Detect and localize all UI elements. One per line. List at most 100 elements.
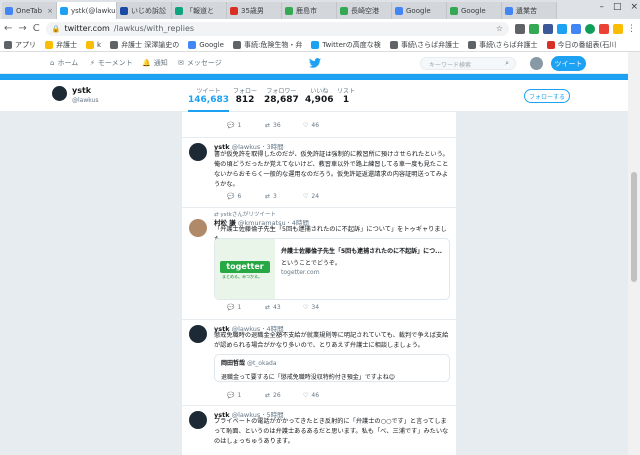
like-count: 46 — [311, 392, 320, 399]
browser-tab[interactable]: Google — [447, 2, 502, 19]
bookmark-item[interactable]: 弁護士 — [45, 40, 77, 50]
tab-label: Google — [406, 6, 431, 15]
scrollbar-thumb[interactable] — [631, 172, 637, 282]
bookmark-item[interactable]: 事続\さらば弁護士 — [389, 40, 459, 50]
avatar[interactable] — [530, 57, 543, 70]
like-button[interactable]: ♡ 34 — [303, 304, 341, 311]
retweet-button[interactable]: ⇄ 43 — [265, 304, 303, 311]
reply-button[interactable]: 💬 6 — [227, 193, 265, 200]
nav-home-label: ホーム — [57, 59, 79, 67]
like-button[interactable]: ♡ 46 — [303, 122, 341, 129]
browser-tab[interactable]: 35歳男 — [227, 2, 282, 19]
browser-tab[interactable]: 長崎空港 — [337, 2, 392, 19]
stat-value: 1 — [342, 95, 350, 105]
stat-followers[interactable]: フォロワー 28,687 — [264, 86, 299, 105]
bookmark-item[interactable]: 今日の番組表(石川 — [546, 40, 616, 50]
profile-nav: ystk @lawkus ツイート 146,683 フォロー 812 フォロワー 28… — [0, 80, 628, 112]
stat-tweets[interactable]: ツイート 146,683 — [188, 86, 229, 112]
browser-tab[interactable]: 「報道と — [172, 2, 227, 19]
tweet[interactable]: ystk @lawkus · 3時間 書が仮免許を取得したのだが、仮免許証は強制… — [182, 138, 456, 208]
profile-name[interactable]: ystk — [72, 86, 91, 95]
twitter-topbar: ⌂ ホーム ⚡ モーメント 🔔 通知 ✉ メッセージ キーワード検索 ⌕ ツイート — [0, 52, 628, 74]
quoted-author-name: 岡田哲哉 — [221, 360, 246, 367]
like-icon: ♡ — [303, 304, 309, 311]
address-bar[interactable]: 🔒 twitter.com/lawkus/with_replies ☆ — [45, 21, 509, 36]
reload-icon[interactable]: C — [33, 23, 40, 34]
stat-likes[interactable]: いいね 4,906 — [305, 86, 333, 105]
retweet-button[interactable]: ⇄ 26 — [265, 392, 303, 399]
back-icon[interactable]: ← — [4, 23, 12, 34]
maximize-icon[interactable]: □ — [613, 2, 622, 12]
extension-icon[interactable] — [599, 23, 609, 34]
reply-button[interactable]: 💬 1 — [227, 392, 265, 399]
page-scrollbar[interactable] — [628, 52, 640, 455]
bookmark-item[interactable]: Twitterの高度な検 — [311, 40, 381, 50]
extension-icon[interactable] — [557, 23, 567, 34]
extension-icon[interactable] — [529, 23, 539, 34]
avatar[interactable] — [189, 325, 207, 343]
page-icon — [232, 40, 241, 49]
quoted-tweet-header: 岡田哲哉 @t_okada — [221, 358, 443, 367]
stat-lists[interactable]: リスト 1 — [337, 86, 355, 105]
tweet-button[interactable]: ツイート — [551, 56, 586, 71]
quoted-author-handle: @t_okada — [246, 360, 277, 367]
tweet[interactable]: ystk @lawkus · 4時間 懲戒免職時の退職金全額不支給が就業規則等に… — [182, 320, 456, 406]
tweet-text: 懲戒免職時の退職金全額不支給が就業規則等に明記されていても、裁判で争えば支給が認… — [214, 332, 449, 349]
bookmark-label: Google — [199, 40, 224, 49]
avatar[interactable] — [189, 143, 207, 161]
browser-tab[interactable]: OneTab × — [2, 2, 57, 19]
bookmark-item[interactable]: k — [86, 40, 101, 49]
bookmark-item[interactable]: 弁護士 深澤諭史の — [110, 40, 179, 50]
quoted-tweet[interactable]: 岡田哲哉 @t_okada 退職金って要するに「懲戒免職時没収特約付き預金」です… — [214, 354, 450, 382]
minimize-icon[interactable]: – — [599, 2, 604, 12]
bookmark-item[interactable]: 事続\さらば弁護士 — [468, 40, 538, 50]
tab-label: ystk(@lawkus) — [71, 6, 117, 15]
bookmark-item[interactable]: Google — [188, 40, 224, 49]
page-icon — [468, 40, 477, 49]
browser-tab[interactable]: 鹿島市 — [282, 2, 337, 19]
tweet[interactable]: ⇄ ystkさんがリツイート 村松 謙 @kmuramatsu · 4時間 「弁… — [182, 208, 456, 320]
browser-tab[interactable]: いじめ訴訟 — [117, 2, 172, 19]
retweet-button[interactable]: ⇄ 36 — [265, 122, 303, 129]
reply-button[interactable]: 💬 1 — [227, 304, 265, 311]
extension-icon[interactable] — [571, 23, 581, 34]
tweet[interactable]: ystk @lawkus · 5時間 プライベートの電話がかかってきたとき反射的… — [182, 406, 456, 455]
follow-button[interactable]: フォローする — [524, 89, 570, 103]
tab-close-icon[interactable]: × — [47, 7, 53, 15]
search-input[interactable]: キーワード検索 ⌕ — [420, 57, 516, 70]
menu-icon[interactable]: ⋮ — [627, 24, 636, 34]
nav-moments[interactable]: ⚡ モーメント — [90, 58, 133, 68]
tab-favicon-icon — [285, 6, 293, 15]
bookmark-item[interactable]: アプリ — [4, 40, 36, 50]
browser-tab[interactable]: Google — [392, 2, 447, 19]
tab-label: いじめ訴訟 — [131, 6, 166, 15]
retweet-button[interactable]: ⇄ 3 — [265, 193, 303, 200]
browser-tab-active[interactable]: ystk(@lawkus)× — [57, 2, 117, 19]
reply-button[interactable]: 💬 1 — [227, 122, 265, 129]
avatar[interactable] — [189, 411, 207, 429]
browser-tab[interactable]: 遺業苦 — [502, 2, 557, 19]
like-button[interactable]: ♡ 46 — [303, 392, 341, 399]
nav-home[interactable]: ⌂ ホーム — [50, 58, 78, 68]
tab-favicon-icon — [395, 6, 403, 15]
bookmark-item[interactable]: 事続:危険生物・弁 — [232, 40, 302, 50]
link-card[interactable]: togetter まとめる。みつかる。 弁護士佐藤倫子先生「5回も逮捕されたのに… — [214, 238, 450, 300]
stat-following[interactable]: フォロー 812 — [233, 86, 257, 105]
card-title: 弁護士佐藤倫子先生「5回も逮捕されたのに不起訴」につ... — [281, 248, 443, 255]
stat-value: 4,906 — [305, 95, 334, 105]
close-window-icon[interactable]: × — [630, 2, 638, 12]
twitter-bird-icon[interactable] — [309, 58, 321, 68]
nav-messages[interactable]: ✉ メッセージ — [178, 58, 222, 68]
bookmark-star-icon[interactable]: ☆ — [496, 24, 503, 33]
avatar[interactable] — [189, 219, 207, 237]
nav-notifications[interactable]: 🔔 通知 — [142, 58, 168, 68]
like-button[interactable]: ♡ 24 — [303, 193, 341, 200]
extension-icon[interactable] — [515, 23, 525, 34]
tweet[interactable]: 💬 1 ⇄ 36 ♡ 46 — [182, 112, 456, 138]
facebook-icon[interactable] — [543, 23, 553, 34]
stat-value: 812 — [235, 95, 255, 105]
forward-icon[interactable]: → — [18, 23, 26, 34]
extension-icon[interactable] — [613, 23, 623, 34]
profile-avatar[interactable] — [51, 85, 68, 102]
extension-icon[interactable] — [585, 23, 595, 34]
